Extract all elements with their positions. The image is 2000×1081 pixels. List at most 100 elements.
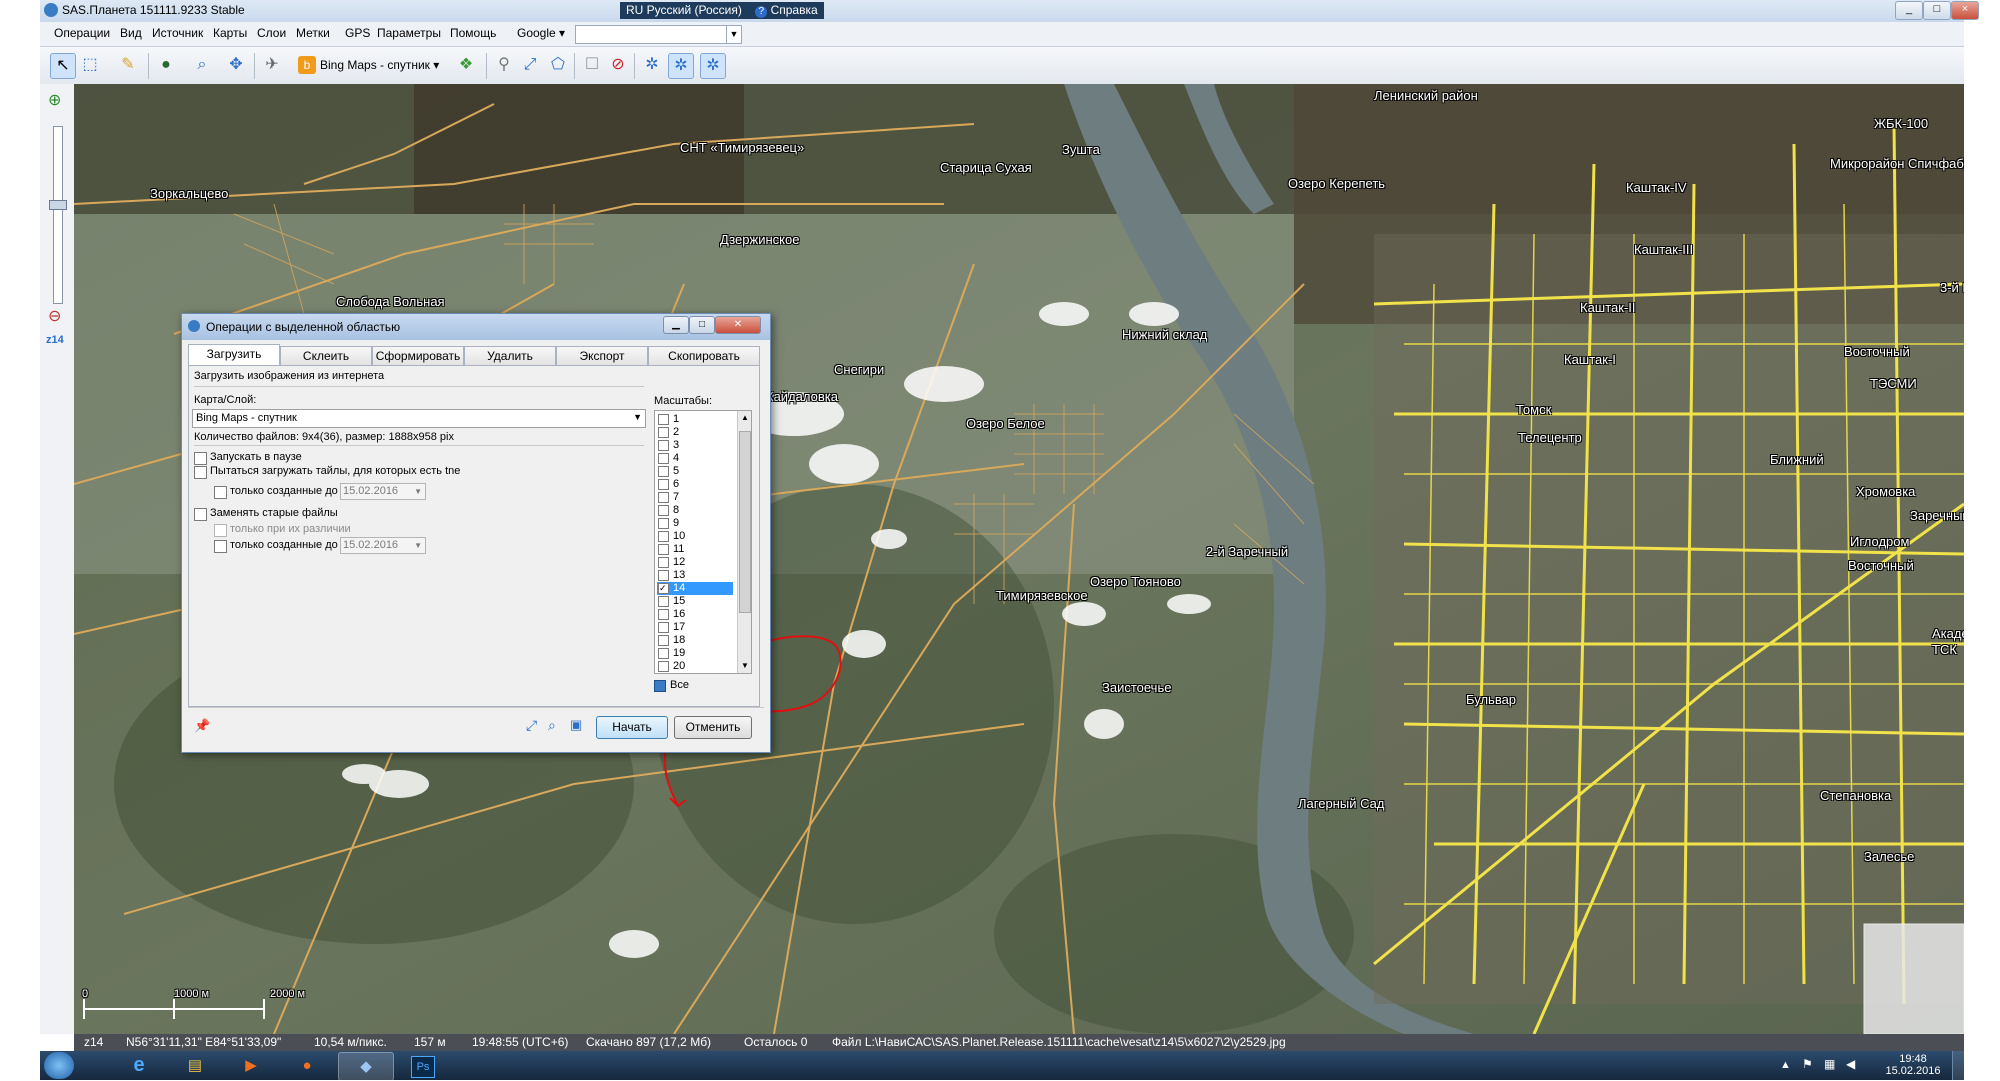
gps-track-icon[interactable]: ✲ <box>668 53 694 79</box>
search-engine-dropdown[interactable]: Google ▾ <box>517 26 565 40</box>
menu-source[interactable]: Источник <box>152 26 203 40</box>
dialog-close-button[interactable]: ✕ <box>715 316 761 334</box>
zoom-to-selection-icon[interactable]: ⌕ <box>548 717 556 734</box>
scale-item[interactable]: 5 <box>657 465 733 478</box>
scale-item[interactable]: 17 <box>657 621 733 634</box>
explorer-icon[interactable]: ▤ <box>168 1052 222 1079</box>
maximize-button[interactable]: □ <box>1923 1 1951 20</box>
layers-icon[interactable]: ❖ <box>454 53 478 77</box>
polygon-icon[interactable]: ⬠ <box>546 53 570 77</box>
globe-icon[interactable]: ● <box>154 53 178 77</box>
placemark-icon[interactable]: ⚲ <box>492 53 516 77</box>
menu-view[interactable]: Вид <box>120 26 142 40</box>
start-button-icon[interactable] <box>44 1052 74 1079</box>
scale-item[interactable]: 6 <box>657 478 733 491</box>
tab-stitch[interactable]: Склеить <box>280 346 372 365</box>
scale-item[interactable]: 4 <box>657 452 733 465</box>
scale-item[interactable]: 8 <box>657 504 733 517</box>
date-field-2[interactable]: 15.02.2016 ▼ <box>340 537 426 554</box>
scale-item[interactable]: 20 <box>657 660 733 673</box>
scale-item[interactable]: 9 <box>657 517 733 530</box>
marks-icon[interactable]: ☐ <box>580 53 604 77</box>
delete-icon[interactable]: ⊘ <box>606 53 630 77</box>
scale-item[interactable]: 2 <box>657 426 733 439</box>
dialog-maximize-button[interactable]: □ <box>689 316 715 334</box>
tab-generate[interactable]: Сформировать <box>372 346 464 365</box>
replace-old-checkbox[interactable] <box>194 508 207 521</box>
zoom-in-icon[interactable]: ⊕ <box>48 90 61 110</box>
scale-item[interactable]: 19 <box>657 647 733 660</box>
menu-help[interactable]: Помощь <box>450 26 496 40</box>
pointer-tool-icon[interactable]: ↖ <box>50 53 76 79</box>
tab-delete[interactable]: Удалить <box>464 346 556 365</box>
scale-item[interactable]: 1 <box>657 413 733 426</box>
save-icon[interactable]: ▣ <box>570 717 582 733</box>
menu-settings[interactable]: Параметры <box>377 26 441 40</box>
gps-icon[interactable]: ✲ <box>640 53 664 77</box>
date-field-1[interactable]: 15.02.2016 ▼ <box>340 483 426 500</box>
start-button[interactable]: Начать <box>596 716 668 739</box>
ie-icon[interactable]: e <box>112 1052 166 1079</box>
tab-export[interactable]: Экспорт <box>556 346 648 365</box>
path-icon[interactable]: ⤢ <box>518 53 542 77</box>
scroll-down-icon[interactable]: ▼ <box>741 661 749 670</box>
polygon-edit-icon[interactable]: ⤢ <box>526 717 537 734</box>
menu-maps[interactable]: Карты <box>213 26 247 40</box>
dialog-titlebar[interactable]: Операции с выделенной областью ▁ □ ✕ <box>182 314 770 340</box>
map-layer-select[interactable]: Bing Maps - спутник ▼ <box>192 409 646 428</box>
all-checkbox[interactable] <box>654 680 666 692</box>
scale-item[interactable]: 12 <box>657 556 733 569</box>
map-source-dropdown[interactable]: Bing Maps - спутник ▾ <box>320 58 439 72</box>
zoom-slider-thumb[interactable] <box>49 200 67 210</box>
fullscreen-icon[interactable]: ✥ <box>224 53 248 77</box>
menu-layers[interactable]: Слои <box>257 26 286 40</box>
only-if-different-checkbox[interactable] <box>214 524 227 537</box>
close-button[interactable]: × <box>1951 1 1979 20</box>
media-player-icon[interactable]: ▶ <box>224 1052 278 1079</box>
gps-center-icon[interactable]: ✲ <box>700 53 726 79</box>
language-indicator[interactable]: RU Русский (Россия) ? Справка <box>620 2 824 19</box>
minimize-button[interactable]: _ <box>1895 1 1923 20</box>
try-tne-checkbox[interactable] <box>194 466 207 479</box>
firefox-icon[interactable]: ● <box>280 1052 334 1079</box>
scale-item[interactable]: 15 <box>657 595 733 608</box>
scale-item[interactable]: 16 <box>657 608 733 621</box>
volume-icon[interactable]: ◀ <box>1846 1057 1855 1071</box>
flag-icon[interactable]: ⚑ <box>1802 1057 1813 1071</box>
tray-expand-icon[interactable]: ▲ <box>1780 1059 1791 1071</box>
scale-item[interactable]: 7 <box>657 491 733 504</box>
select-rect-icon[interactable]: ⬚ <box>78 53 102 77</box>
scale-item-selected[interactable]: ✓ 14 <box>657 582 733 595</box>
scroll-up-icon[interactable]: ▲ <box>741 413 749 422</box>
search-input[interactable] <box>575 25 727 44</box>
only-created-before-2-checkbox[interactable] <box>214 540 227 553</box>
network-icon[interactable]: ▦ <box>1824 1057 1835 1071</box>
scale-item[interactable]: 3 <box>657 439 733 452</box>
only-created-before-checkbox[interactable] <box>214 486 227 499</box>
scale-item[interactable]: 18 <box>657 634 733 647</box>
show-desktop-button[interactable] <box>1952 1051 1965 1080</box>
zoom-slider-track[interactable] <box>53 126 63 304</box>
satellite-icon[interactable]: ✈ <box>260 53 284 77</box>
dialog-minimize-button[interactable]: ▁ <box>663 316 689 334</box>
pin-icon[interactable]: 📌 <box>194 718 210 734</box>
zoom-icon[interactable]: ⌕ <box>190 53 214 77</box>
menu-operations[interactable]: Операции <box>54 26 110 40</box>
scale-item[interactable]: 10 <box>657 530 733 543</box>
photoshop-icon[interactable]: Ps <box>396 1052 450 1079</box>
tab-download[interactable]: Загрузить <box>188 344 280 366</box>
ruler-icon[interactable]: ✎ <box>116 53 140 77</box>
menu-marks[interactable]: Метки <box>296 26 330 40</box>
scales-list[interactable]: 1 2 3 4 5 6 7 8 9 10 11 12 13 ✓ 14 15 16 … <box>654 410 752 674</box>
tab-copy[interactable]: Скопировать <box>648 346 760 365</box>
search-dropdown-arrow-icon[interactable]: ▼ <box>726 25 742 44</box>
cancel-button[interactable]: Отменить <box>674 716 752 739</box>
sas-planet-taskbar-icon[interactable]: ◆ <box>338 1052 394 1081</box>
clock[interactable]: 19:48 15.02.2016 <box>1878 1053 1948 1077</box>
scale-item[interactable]: 11 <box>657 543 733 556</box>
zoom-out-icon[interactable]: ⊖ <box>48 306 61 326</box>
start-paused-checkbox[interactable] <box>194 452 207 465</box>
scales-scrollbar[interactable]: ▲ ▼ <box>737 411 751 673</box>
scrollbar-thumb[interactable] <box>739 431 751 613</box>
menu-gps[interactable]: GPS <box>345 26 370 40</box>
